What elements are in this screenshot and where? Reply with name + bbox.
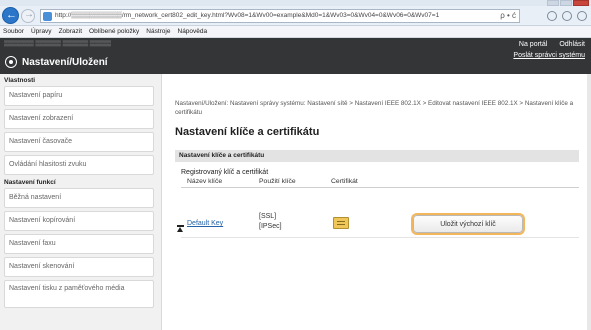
browser-tool-icons (547, 11, 587, 21)
menu-view[interactable]: Zobrazit (59, 28, 82, 35)
page-header-title: Nastavení/Uložení (22, 57, 108, 68)
sidebar-item-volume[interactable]: Ovládání hlasitosti zvuku (4, 155, 154, 175)
key-usage-ssl: [SSL] (259, 213, 277, 220)
browser-navbar: http://▒▒▒▒▒▒▒▒▒▒▒/rm_network_cert802_ed… (0, 6, 591, 26)
address-controls[interactable]: ρ • ć (500, 11, 516, 20)
breadcrumb: Nastavení/Uložení: Nastavení správy syst… (175, 100, 574, 116)
key-name-link[interactable]: Default Key (187, 220, 223, 227)
page-header: ▒▒▒▒▒▒▒ ▒▒▒▒▒▒ ▒▒▒▒▒▒ ▒▒▒▒▒ Na portál Od… (0, 38, 591, 74)
gear-icon (5, 56, 17, 68)
sidebar-item-scan[interactable]: Nastavení skenování (4, 257, 154, 277)
column-key-usage: Použití klíče (259, 178, 296, 185)
table-header: Název klíče Použití klíče Certifikát (181, 177, 579, 188)
star-icon[interactable] (562, 11, 572, 21)
key-cert-panel: Nastavení klíče a certifikátu Registrova… (175, 144, 579, 244)
settings-icon[interactable] (577, 11, 587, 21)
column-certificate: Certifikát (331, 178, 358, 185)
certificate-icon[interactable] (333, 217, 349, 229)
sidebar: Vlastnosti Nastavení papíru Nastavení zo… (0, 74, 162, 330)
main-content: Nastavení/Uložení: Nastavení správy syst… (165, 74, 591, 330)
sidebar-item-fax[interactable]: Nastavení faxu (4, 234, 154, 254)
browser-menubar: Soubor Úpravy Zobrazit Oblíbené položky … (0, 26, 591, 38)
row-divider (181, 237, 579, 238)
sidebar-item-display[interactable]: Nastavení zobrazení (4, 109, 154, 129)
sidebar-item-timer[interactable]: Nastavení časovače (4, 132, 154, 152)
portal-links: Na portál Odhlásit (519, 41, 585, 48)
sidebar-item-copy[interactable]: Nastavení kopírování (4, 211, 154, 231)
menu-file[interactable]: Soubor (3, 28, 24, 35)
menu-edit[interactable]: Úpravy (31, 28, 52, 35)
mail-admin-link[interactable]: Poslát správci systému (513, 52, 585, 59)
address-bar[interactable]: http://▒▒▒▒▒▒▒▒▒▒▒/rm_network_cert802_ed… (40, 9, 520, 23)
store-default-key-button[interactable]: Uložit výchozí klíč (413, 215, 523, 233)
device-host: ▒▒▒▒▒▒▒ ▒▒▒▒▒▒ ▒▒▒▒▒▒ ▒▒▒▒▒ (4, 41, 112, 47)
page-scrollbar[interactable] (587, 74, 591, 330)
sidebar-item-common[interactable]: Běžná nastavení (4, 188, 154, 208)
forward-icon[interactable] (21, 9, 35, 23)
to-top-icon[interactable] (177, 225, 185, 233)
sidebar-section-functions: Nastavení funkcí (4, 179, 56, 186)
back-icon[interactable] (2, 7, 19, 24)
sidebar-item-memory-print[interactable]: Nastavení tisku z paměťového média (4, 280, 154, 308)
column-key-name: Název klíče (187, 178, 223, 185)
sidebar-section-preferences: Vlastnosti (4, 77, 36, 84)
panel-title: Nastavení klíče a certifikátu (175, 150, 579, 162)
page-title: Nastavení klíče a certifikátu (175, 126, 320, 138)
menu-help[interactable]: Nápověda (178, 28, 208, 35)
sidebar-item-paper[interactable]: Nastavení papíru (4, 86, 154, 106)
page-icon (43, 12, 52, 21)
menu-tools[interactable]: Nástroje (146, 28, 170, 35)
home-icon[interactable] (547, 11, 557, 21)
portal-link[interactable]: Na portál (519, 41, 547, 48)
key-usage-ipsec: [IPSec] (259, 223, 282, 230)
menu-favorites[interactable]: Oblíbené položky (89, 28, 139, 35)
logout-link[interactable]: Odhlásit (559, 41, 585, 48)
registered-key-heading: Registrovaný klíč a certifikát (181, 169, 269, 176)
address-url[interactable]: http://▒▒▒▒▒▒▒▒▒▒▒/rm_network_cert802_ed… (55, 12, 439, 19)
